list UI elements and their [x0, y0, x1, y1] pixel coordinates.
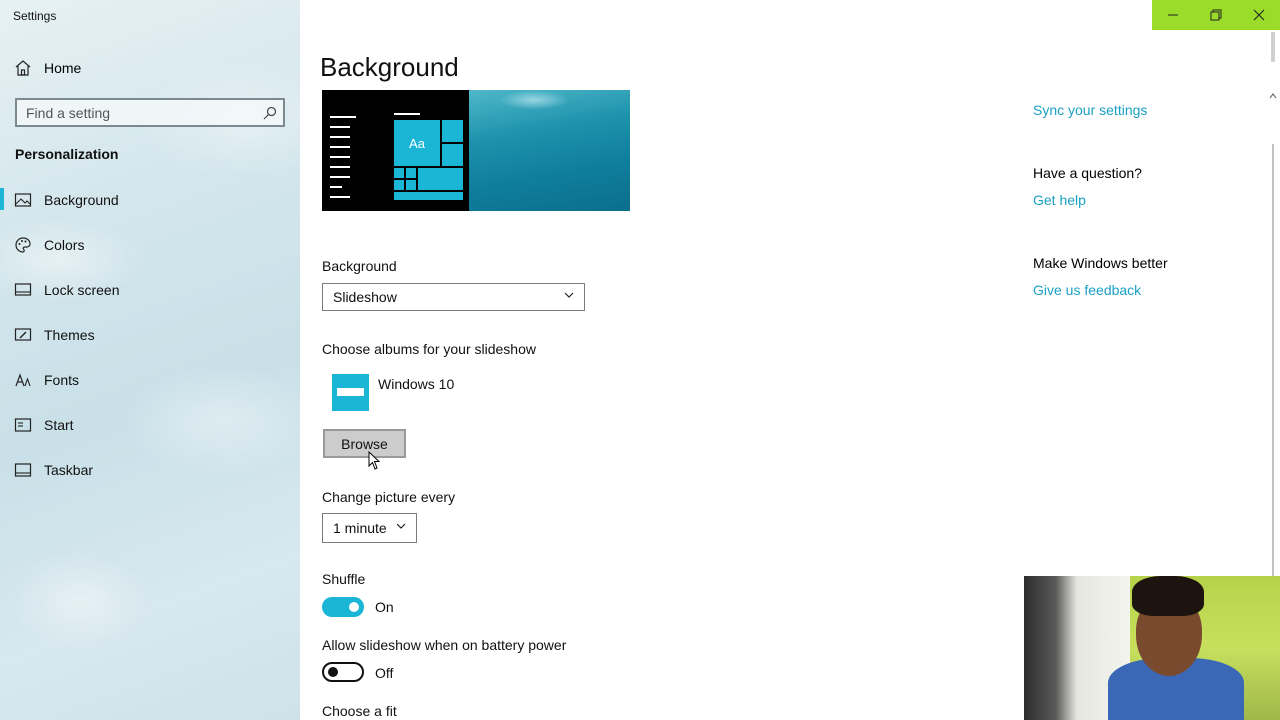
background-dropdown[interactable]: Slideshow [322, 283, 585, 311]
preview-tile [394, 180, 404, 190]
preview-tile [394, 168, 404, 178]
albums-label: Choose albums for your slideshow [322, 341, 536, 357]
section-title: Personalization [15, 146, 119, 162]
nav-list: Background Colors Lock screen Themes Fon… [0, 177, 300, 492]
search-icon[interactable] [263, 106, 277, 120]
preview-tile [442, 144, 463, 166]
nav-home[interactable]: Home [14, 56, 81, 80]
sidebar-item-background[interactable]: Background [0, 177, 300, 222]
better-heading: Make Windows better [1033, 255, 1168, 271]
sidebar-item-themes[interactable]: Themes [0, 312, 300, 357]
restore-button[interactable] [1195, 0, 1238, 30]
change-picture-label: Change picture every [322, 489, 456, 505]
preview-wallpaper [469, 90, 630, 211]
restore-icon [1210, 9, 1222, 21]
taskbar-icon [14, 462, 32, 477]
question-heading: Have a question? [1033, 165, 1142, 181]
picture-icon [14, 192, 32, 207]
sidebar-item-label: Start [44, 416, 74, 433]
start-icon [14, 417, 32, 432]
lock-screen-icon [14, 282, 32, 296]
close-button[interactable] [1237, 0, 1280, 30]
background-dropdown-value: Slideshow [333, 289, 397, 305]
browse-button[interactable]: Browse [323, 429, 406, 458]
sidebar-item-label: Themes [44, 326, 95, 343]
fit-label: Choose a fit [322, 703, 397, 719]
palette-icon [15, 236, 31, 253]
preview-tile [406, 180, 416, 190]
shuffle-toggle[interactable] [322, 597, 364, 617]
minimize-button[interactable] [1152, 0, 1195, 30]
preview-tile-line [394, 113, 420, 115]
sidebar-item-label: Lock screen [44, 281, 120, 298]
battery-state: Off [375, 665, 394, 681]
change-picture-value: 1 minute [333, 520, 387, 536]
sidebar-item-colors[interactable]: Colors [0, 222, 300, 267]
preview-tile-aa: Aa [394, 120, 440, 166]
chevron-down-icon [564, 292, 574, 298]
sidebar-item-label: Colors [44, 236, 85, 253]
get-help-link[interactable]: Get help [1033, 192, 1086, 208]
sidebar-item-fonts[interactable]: Fonts [0, 357, 300, 402]
home-icon [15, 60, 31, 76]
shuffle-label: Shuffle [322, 571, 366, 587]
change-picture-dropdown[interactable]: 1 minute [322, 513, 417, 543]
album-name[interactable]: Windows 10 [378, 376, 454, 392]
scroll-up-icon[interactable] [1269, 92, 1277, 100]
webcam-person-hair [1132, 576, 1204, 616]
sidebar-item-start[interactable]: Start [0, 402, 300, 447]
preview-tile [418, 168, 463, 190]
mouse-cursor-icon [368, 451, 381, 470]
sidebar: Settings Home Find a setting Personaliza… [0, 0, 300, 720]
sidebar-item-taskbar[interactable]: Taskbar [0, 447, 300, 492]
sidebar-item-label: Background [44, 191, 119, 208]
feedback-link[interactable]: Give us feedback [1033, 282, 1141, 298]
sidebar-item-label: Fonts [44, 371, 80, 388]
scrollbar-top-thumb[interactable] [1271, 32, 1275, 62]
page-title: Background [320, 52, 459, 82]
webcam-overlay [1024, 576, 1280, 720]
minimize-icon [1168, 14, 1179, 16]
nav-home-label: Home [44, 60, 82, 76]
close-icon [1253, 9, 1265, 21]
album-icon [332, 374, 369, 411]
search-placeholder: Find a setting [26, 104, 111, 121]
sidebar-item-lock-screen[interactable]: Lock screen [0, 267, 300, 312]
preview-tile [406, 168, 416, 178]
sidebar-item-label: Taskbar [44, 461, 94, 478]
window-controls [1152, 0, 1280, 30]
app-title: Settings [13, 9, 57, 23]
shuffle-state: On [375, 599, 394, 615]
search-input[interactable]: Find a setting [15, 98, 285, 127]
sync-settings-link[interactable]: Sync your settings [1033, 102, 1147, 118]
chevron-down-icon [396, 523, 406, 529]
preview-start-list [330, 116, 358, 206]
background-label: Background [322, 258, 397, 274]
preview-tile [394, 192, 463, 200]
battery-toggle[interactable] [322, 662, 364, 682]
font-icon [15, 372, 31, 386]
battery-label: Allow slideshow when on battery power [322, 637, 567, 653]
preview-tile [442, 120, 463, 142]
background-preview: Aa [322, 90, 630, 211]
brush-icon [14, 327, 32, 341]
